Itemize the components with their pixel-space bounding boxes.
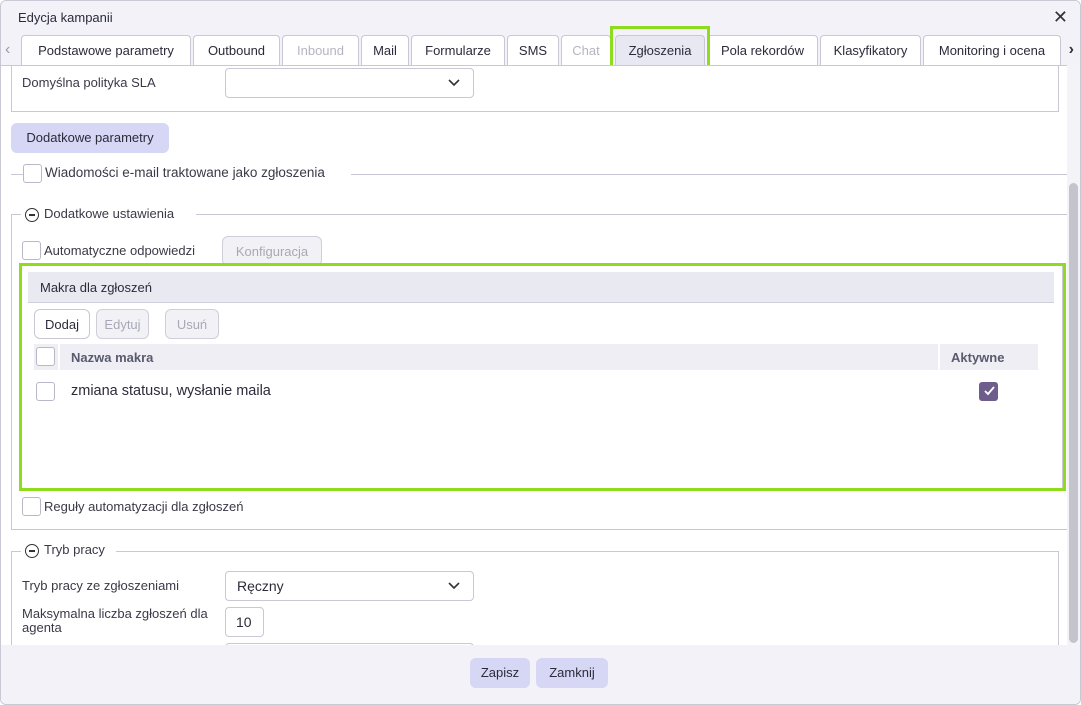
divider [351,174,1069,175]
tab-chat: Chat [561,35,611,65]
tab-scroll-left-icon[interactable]: ‹ [5,41,10,59]
sla-label: Domyślna polityka SLA [22,75,156,90]
max-tickets-label: Maksymalna liczba zgłoszeń dla agenta [22,606,208,635]
check-icon [984,386,995,396]
table-row[interactable]: zmiana statusu, wysłanie maila [34,374,1038,410]
scrollbar-thumb[interactable] [1069,183,1078,643]
work-mode-legend: Tryb pracy [44,542,105,557]
sla-select[interactable] [225,68,474,98]
dialog-titlebar: Edycja kampanii ✕ [1,1,1080,35]
edit-macro-button[interactable]: Edytuj [96,309,149,339]
macro-name-column-label: Nazwa makra [71,350,154,365]
work-mode-select[interactable]: Ręczny [225,571,474,601]
max-tickets-value: 10 [236,614,252,630]
chevron-down-icon [448,582,460,590]
delete-macro-button[interactable]: Usuń [165,309,219,339]
macros-panel: Makra dla zgłoszeń Dodaj Edytuj Usuń Naz… [21,265,1063,489]
work-mode-label: Tryb pracy ze zgłoszeniami [22,578,180,593]
auto-replies-checkbox[interactable] [22,241,41,260]
tab-forms[interactable]: Formularze [411,35,505,65]
select-all-header [34,344,58,370]
add-macro-button[interactable]: Dodaj [34,309,90,339]
tab-monitoring[interactable]: Monitoring i ocena [923,35,1061,65]
tab-inbound: Inbound [282,35,359,65]
configuration-button[interactable]: Konfiguracja [222,236,322,266]
macro-name-cell: zmiana statusu, wysłanie maila [71,383,271,399]
email-as-tickets-label: Wiadomości e-mail traktowane jako zgłosz… [45,165,325,180]
email-as-tickets-checkbox[interactable] [23,164,42,183]
collapse-icon[interactable] [25,208,39,222]
tab-outbound[interactable]: Outbound [193,35,280,65]
sla-fieldset [11,66,1059,112]
collapse-icon[interactable] [25,544,39,558]
row-select-checkbox[interactable] [36,382,55,401]
macros-header: Makra dla zgłoszeń [28,272,1054,303]
additional-settings-legend: Dodatkowe ustawienia [44,206,175,221]
work-mode-value: Ręczny [237,578,284,594]
tab-bar: ‹ Podstawowe parametry Outbound Inbound … [1,35,1080,65]
save-button[interactable]: Zapisz [470,658,530,688]
tab-mail[interactable]: Mail [361,35,409,65]
divider [11,174,23,175]
dialog-title: Edycja kampanii [18,10,113,25]
additional-params-button[interactable]: Dodatkowe parametry [11,123,169,153]
tab-tickets[interactable]: Zgłoszenia [615,35,705,65]
tab-basic-params[interactable]: Podstawowe parametry [21,35,191,65]
close-button[interactable]: Zamknij [536,658,608,688]
tab-scroll-right-icon[interactable]: › [1069,41,1074,59]
dialog-footer: Zapisz Zamknij [1,645,1080,704]
select-all-checkbox[interactable] [36,347,55,366]
macro-active-checkbox[interactable] [979,382,998,401]
automation-rules-checkbox[interactable] [22,497,41,516]
tab-classifiers[interactable]: Klasyfikatory [820,35,921,65]
max-tickets-input[interactable]: 10 [225,607,264,637]
automation-rules-label: Reguły automatyzacji dla zgłoszeń [44,499,244,514]
edit-campaign-dialog: Edycja kampanii ✕ ‹ Podstawowe parametry… [0,0,1081,705]
chevron-down-icon [448,79,460,87]
active-column-header[interactable]: Aktywne [940,344,1038,370]
macros-title: Makra dla zgłoszeń [40,280,152,295]
active-column-label: Aktywne [951,350,1005,365]
macro-name-column-header[interactable]: Nazwa makra [60,344,938,370]
tab-sms[interactable]: SMS [507,35,559,65]
tab-record-fields[interactable]: Pola rekordów [707,35,818,65]
auto-replies-label: Automatyczne odpowiedzi [44,243,196,258]
close-icon[interactable]: ✕ [1053,7,1068,27]
vertical-scrollbar[interactable] [1067,65,1080,645]
